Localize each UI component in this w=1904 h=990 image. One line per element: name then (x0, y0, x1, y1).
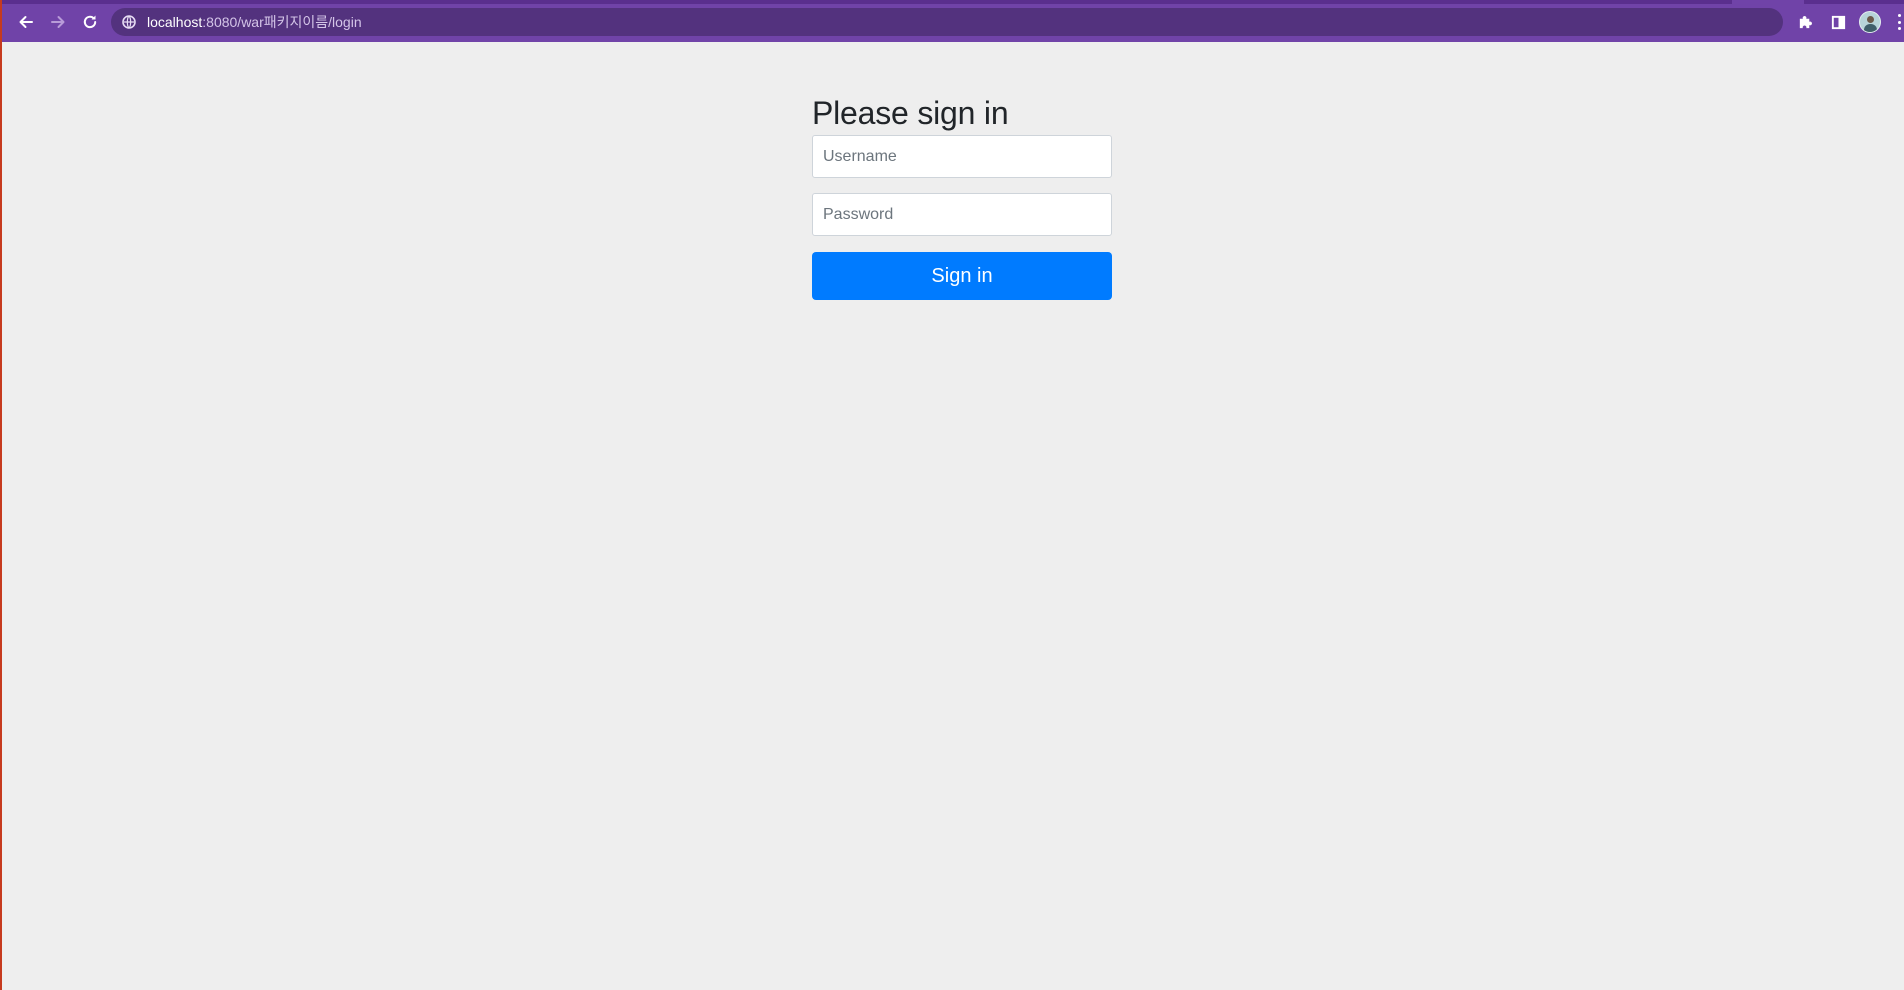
avatar[interactable] (1859, 11, 1881, 33)
puzzle-piece-icon (1799, 15, 1812, 28)
extensions-button[interactable] (1792, 9, 1818, 35)
password-input[interactable] (812, 193, 1112, 236)
url-path: :8080/war패키지이름/login (202, 14, 362, 30)
login-form: Please sign in Sign in (812, 93, 1114, 300)
url-text[interactable]: localhost:8080/war패키지이름/login (147, 12, 362, 32)
reload-button[interactable] (77, 9, 103, 35)
sign-in-button[interactable]: Sign in (812, 252, 1112, 300)
side-panel-icon (1831, 15, 1845, 29)
forward-button[interactable] (45, 9, 71, 35)
side-panel-button[interactable] (1825, 9, 1851, 35)
tab-strip-edge (2, 0, 1904, 4)
browser-window: localhost:8080/war패키지이름/login Please sig… (0, 0, 1904, 990)
username-input[interactable] (812, 135, 1112, 178)
back-button[interactable] (13, 9, 39, 35)
back-arrow-icon (19, 16, 33, 28)
forward-arrow-icon (51, 16, 65, 28)
page-title: Please sign in (812, 95, 1009, 131)
kebab-menu-icon[interactable] (1895, 12, 1904, 32)
reload-icon (83, 15, 97, 29)
browser-toolbar: localhost:8080/war패키지이름/login (2, 0, 1904, 42)
address-bar[interactable]: localhost:8080/war패키지이름/login (111, 8, 1783, 36)
url-host: localhost (147, 14, 203, 30)
site-info-icon[interactable] (121, 14, 137, 30)
